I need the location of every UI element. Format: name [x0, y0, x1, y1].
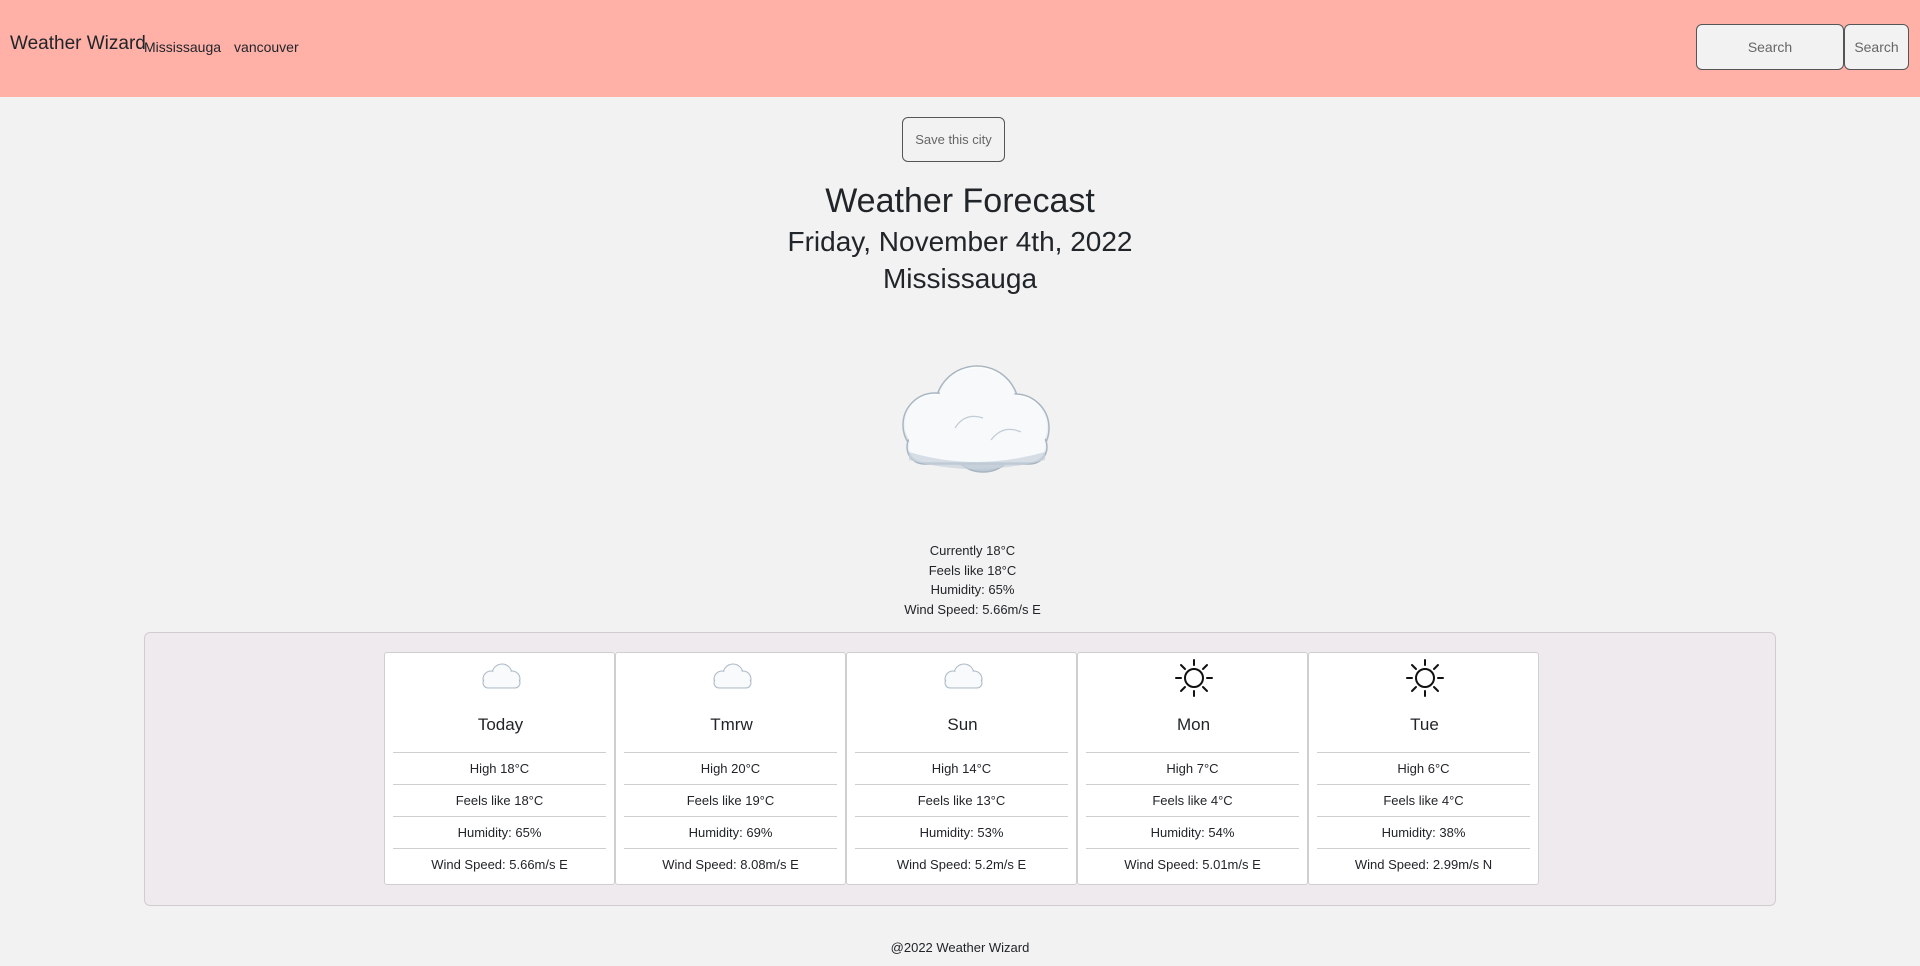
search-button[interactable]: Search	[1844, 24, 1909, 70]
forecast-high: High 7°C	[1086, 752, 1299, 784]
forecast-feels-like: Feels like 4°C	[1086, 784, 1299, 816]
forecast-wind-speed: Wind Speed: 5.01m/s E	[1086, 848, 1299, 880]
forecast-humidity: Humidity: 53%	[855, 816, 1068, 848]
forecast-feels-like: Feels like 4°C	[1317, 784, 1530, 816]
save-city-button[interactable]: Save this city	[902, 117, 1005, 162]
forecast-card: Mon High 7°C Feels like 4°C Humidity: 54…	[1077, 652, 1308, 885]
forecast-humidity: Humidity: 38%	[1317, 816, 1530, 848]
saved-cities: Mississauga vancouver	[144, 39, 299, 55]
forecast-high: High 18°C	[393, 752, 606, 784]
forecast-card: Today High 18°C Feels like 18°C Humidity…	[384, 652, 615, 885]
forecast-day: Mon	[1176, 715, 1211, 734]
forecast-day: Today	[477, 715, 524, 734]
cloud-icon	[713, 663, 751, 689]
sun-icon	[1174, 659, 1213, 697]
forecast-card: Tmrw High 20°C Feels like 19°C Humidity:…	[615, 652, 846, 885]
forecast-high: High 6°C	[1317, 752, 1530, 784]
forecast-cards: Today High 18°C Feels like 18°C Humidity…	[384, 652, 1539, 885]
search-input[interactable]	[1696, 24, 1844, 70]
forecast-day: Tmrw	[710, 715, 753, 734]
cloud-icon	[944, 663, 982, 689]
footer-copyright: @2022 Weather Wizard	[890, 940, 1030, 955]
current-wind-speed: Wind Speed: 5.66m/s E	[904, 601, 1041, 617]
forecast-wind-speed: Wind Speed: 5.66m/s E	[393, 848, 606, 880]
current-temp: Currently 18°C	[929, 543, 1016, 558]
forecast-feels-like: Feels like 13°C	[855, 784, 1068, 816]
forecast-day: Sun	[947, 715, 978, 734]
forecast-humidity: Humidity: 65%	[393, 816, 606, 848]
forecast-feels-like: Feels like 19°C	[624, 784, 837, 816]
cloud-icon	[482, 663, 520, 689]
current-feels-like: Feels like 18°C	[928, 562, 1017, 578]
forecast-high: High 20°C	[624, 752, 837, 784]
forecast-date: Friday, November 4th, 2022	[787, 226, 1133, 257]
sun-icon	[1405, 659, 1444, 697]
cloud-icon	[902, 365, 1050, 473]
forecast-wind-speed: Wind Speed: 5.2m/s E	[855, 848, 1068, 880]
forecast-card: Sun High 14°C Feels like 13°C Humidity: …	[846, 652, 1077, 885]
forecast-card: Tue High 6°C Feels like 4°C Humidity: 38…	[1308, 652, 1539, 885]
brand-logo[interactable]: Weather Wizard	[10, 33, 146, 55]
current-conditions: Currently 18°C Feels like 18°C Humidity:…	[0, 541, 1920, 619]
saved-city-link[interactable]: Mississauga	[144, 39, 221, 55]
forecast-wind-speed: Wind Speed: 8.08m/s E	[624, 848, 837, 880]
city-name: Mississauga	[882, 263, 1038, 294]
saved-city-link[interactable]: vancouver	[234, 39, 299, 55]
forecast-humidity: Humidity: 69%	[624, 816, 837, 848]
forecast-humidity: Humidity: 54%	[1086, 816, 1299, 848]
navbar: Weather Wizard Mississauga vancouver Sea…	[0, 0, 1920, 97]
forecast-wind-speed: Wind Speed: 2.99m/s N	[1317, 848, 1530, 880]
page-title: Weather Forecast	[825, 182, 1095, 220]
forecast-day: Tue	[1410, 715, 1439, 734]
forecast-feels-like: Feels like 18°C	[393, 784, 606, 816]
forecast-high: High 14°C	[855, 752, 1068, 784]
current-humidity: Humidity: 65%	[930, 582, 1015, 597]
